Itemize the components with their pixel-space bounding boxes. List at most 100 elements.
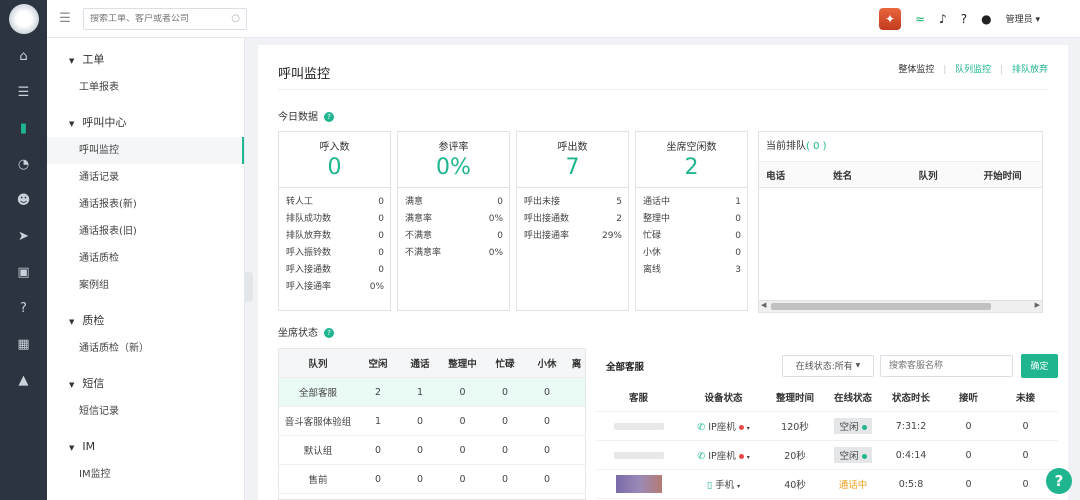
table-row[interactable]: ✆ IP座机 ▾ 120秒 空闲 7:31:2 0 0 (596, 412, 1058, 441)
user-menu[interactable]: 管理员 ▾ (1006, 12, 1040, 25)
agent-search-input[interactable] (880, 354, 1013, 377)
table-row[interactable]: ✆ IP座机 ▾ 20秒 空闲 0:4:14 0 0 (596, 441, 1058, 470)
pie-chart-icon[interactable]: ◔ (0, 146, 47, 182)
sidebar-item-call-report-new[interactable]: 通话报表(新) (47, 191, 244, 218)
help-fab-button[interactable]: ? (1046, 468, 1072, 494)
table-header: 队列 空闲 通话 整理中 忙碌 小休离 (279, 349, 585, 378)
search-input[interactable] (90, 13, 232, 24)
gift-icon[interactable]: ✦ (878, 7, 901, 30)
card-row: 呼出接通率 29% (524, 231, 622, 241)
card-row: 整理中 0 (643, 214, 741, 224)
sidebar-group-sms[interactable]: ▼ 短信 (47, 370, 244, 398)
today-section-title: 今日数据? (278, 108, 334, 123)
chat-icon[interactable]: ● (981, 12, 991, 26)
scroll-left-icon[interactable]: ◀ (761, 301, 766, 309)
horizontal-scrollbar[interactable]: ◀ ▶ (759, 300, 1042, 312)
scroll-right-icon[interactable]: ▶ (1035, 301, 1040, 309)
ticket-icon[interactable]: ☰ (0, 74, 47, 110)
card-row: 满意率 0% (405, 214, 503, 224)
col-name: 姓名 (833, 170, 853, 182)
online-status[interactable]: 空闲 (824, 418, 882, 434)
sidebar-item-call-qc-new[interactable]: 通话质检（新） (47, 335, 244, 362)
apps-grid-icon[interactable]: ▦ (0, 326, 47, 362)
card-row: 排队放弃数 0 (286, 231, 384, 241)
help-icon[interactable]: ? (961, 12, 967, 26)
card-title: 参评率 (438, 142, 469, 153)
global-search[interactable]: ○ (83, 7, 247, 30)
sidebar-item-ticket-report[interactable]: 工单报表 (47, 74, 244, 101)
home-icon[interactable]: ⌂ (0, 38, 47, 74)
card-row: 排队成功数 0 (286, 214, 384, 224)
online-status[interactable]: 通话中 (824, 476, 882, 492)
caret-down-icon: ▾ (746, 425, 750, 432)
help-icon[interactable]: ? (324, 112, 334, 122)
page-title: 呼叫监控 (278, 67, 331, 82)
tab-overall[interactable]: 整体监控 (898, 65, 934, 75)
online-status-filter[interactable]: 在线状态:所有 ▼ (782, 354, 874, 377)
card-value: 0 (327, 155, 342, 180)
sidebar-item-call-records[interactable]: 通话记录 (47, 164, 244, 191)
agent-name-redacted (613, 422, 664, 430)
queue-title: 当前排队( 0 ) (759, 132, 1042, 162)
sidebar-item-call-report-old[interactable]: 通话报表(旧) (47, 218, 244, 245)
agent-name-redacted (613, 451, 664, 459)
table-row[interactable]: 音斗客服体验组 1 0 0 0 0 (279, 407, 585, 436)
app-logo[interactable] (0, 0, 47, 38)
sidebar-collapse-handle[interactable] (245, 272, 253, 302)
report-icon[interactable]: ▮ (0, 110, 47, 146)
confirm-button[interactable]: 确定 (1021, 353, 1058, 378)
device-status[interactable]: ✆ IP座机 ▾ (681, 419, 766, 433)
agent-panel: 全部客服 在线状态:所有 ▼ 确定 客服设备状态整理时间在线状态状态时长接听未接… (596, 348, 1058, 500)
card-row: 不满意率 0% (405, 248, 503, 258)
caret-down-icon: ▾ (737, 483, 741, 490)
table-row[interactable]: 售后00000 (279, 494, 585, 499)
tab-separator: | (943, 65, 947, 75)
scroll-thumb[interactable] (771, 303, 991, 310)
chevron-down-icon: ▾ (1035, 15, 1040, 25)
send-icon[interactable]: ➤ (0, 218, 47, 254)
search-icon[interactable]: ○ (231, 13, 240, 24)
users-icon[interactable]: ☻ (0, 182, 47, 218)
tab-queue[interactable]: 队列监控 (955, 65, 991, 75)
device-status[interactable]: ▯ 手机 ▾ (681, 477, 766, 491)
help-circle-icon[interactable]: ? (0, 290, 47, 326)
divider (278, 89, 1048, 90)
sidebar-item-case-group[interactable]: 案例组 (47, 272, 244, 299)
menu-toggle-icon[interactable]: ☰ (47, 11, 83, 26)
stat-card-outbound: 呼出数 7 呼出未接 5 呼出接通数 2 呼出接通率 29% (516, 131, 629, 311)
card-row: 不满意 0 (405, 231, 503, 241)
help-icon[interactable]: ? (324, 328, 334, 338)
sidebar-group-im[interactable]: ▼ IM (47, 433, 244, 461)
card-value: 0% (436, 155, 471, 180)
network-status-icon: ≈ (914, 11, 926, 26)
table-row[interactable]: 售前 0 0 0 0 0 (279, 465, 585, 494)
table-row[interactable]: 全部客服 2 1 0 0 0 (279, 378, 585, 407)
sidebar-item-sms-records[interactable]: 短信记录 (47, 398, 244, 425)
sidebar-group-qc[interactable]: ▼ 质检 (47, 307, 244, 335)
card-row: 呼入振铃数 0 (286, 248, 384, 258)
book-icon[interactable]: ▣ (0, 254, 47, 290)
sidebar-item-im-monitor[interactable]: IM监控 (47, 461, 244, 488)
tab-abandon[interactable]: 排队放弃 (1012, 65, 1048, 75)
phone-icon: ✆ (697, 451, 706, 462)
online-status[interactable]: 空闲 (824, 447, 882, 463)
device-status[interactable]: ✆ IP座机 ▾ (681, 448, 766, 462)
stat-card-rating: 参评率 0% 满意 0 满意率 0% 不满意 0 不满意率 0% (397, 131, 510, 311)
bell-icon[interactable]: ♪ (939, 12, 947, 26)
triangle-down-icon: ▼ (69, 120, 75, 128)
card-value: 2 (684, 155, 699, 180)
seat-section-title: 坐席状态? (278, 324, 334, 339)
card-row: 呼入接通率 0% (286, 282, 384, 292)
sidebar-item-call-qc[interactable]: 通话质检 (47, 245, 244, 272)
caret-down-icon: ▾ (746, 454, 750, 461)
table-header: 客服 设备状态 整理时间 在线状态 状态时长 接听 未接 (596, 383, 1058, 412)
image-icon[interactable]: ▲ (0, 362, 47, 398)
triangle-down-icon: ▼ (69, 444, 75, 452)
sidebar-item-call-monitor[interactable]: 呼叫监控 (47, 137, 244, 164)
sidebar-group-ticket[interactable]: ▼ 工单 (47, 46, 244, 74)
table-row[interactable]: ▯ 手机 ▾ 40秒 通话中 0:5:8 0 0 (596, 470, 1058, 499)
user-name: 管理员 (1005, 15, 1033, 25)
table-row[interactable]: 默认组 0 0 0 0 0 (279, 436, 585, 465)
sidebar: ▼ 工单 工单报表 ▼ 呼叫中心 呼叫监控 通话记录 通话报表(新) 通话报表(旧)… (47, 38, 245, 500)
sidebar-group-callcenter[interactable]: ▼ 呼叫中心 (47, 109, 244, 137)
